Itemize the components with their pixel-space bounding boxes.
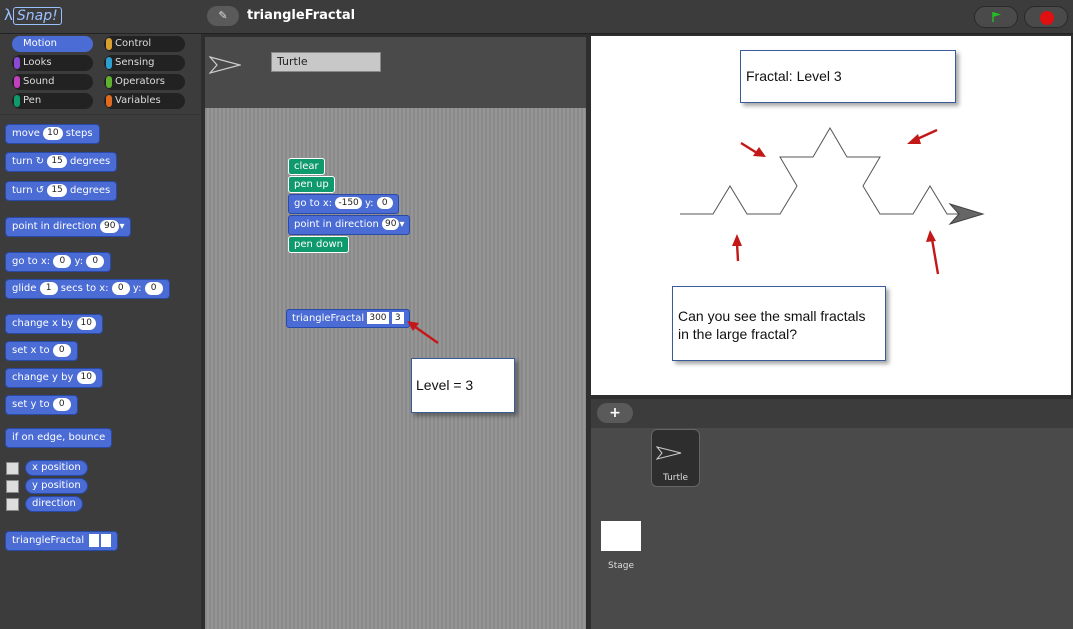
category-selector: Motion Control Looks Sensing Sound Opera… [0, 34, 201, 114]
block-palette: move 10 steps turn ↻ 15 degrees turn ↺ 1… [0, 114, 201, 629]
project-title: triangleFractal [247, 8, 356, 23]
category-variables[interactable]: Variables [104, 93, 185, 109]
turn-counterclockwise-block[interactable]: turn ↺ 15 degrees [5, 181, 118, 201]
stop-icon [1040, 11, 1054, 25]
y-position-reporter[interactable]: y position [25, 478, 88, 494]
turtle-icon [209, 56, 241, 74]
question-note: Can you see the small fractals in the la… [672, 286, 886, 361]
corral-bar [591, 399, 1073, 428]
go-to-xy-block[interactable]: go to x: 0 y: 0 [5, 252, 112, 272]
change-x-block[interactable]: change x by 10 [5, 314, 103, 334]
triangle-fractal-block[interactable]: triangleFractal [5, 531, 119, 551]
pointer-arrow-icon [407, 321, 439, 344]
category-operators[interactable]: Operators [104, 74, 185, 90]
pencil-icon[interactable]: ✎ [207, 6, 239, 26]
bounce-block[interactable]: if on edge, bounce [5, 428, 113, 448]
stage[interactable]: Fractal: Level 3 Can you see the small f… [591, 36, 1071, 395]
direction-checkbox[interactable] [6, 498, 19, 511]
dropdown-arrow-icon: ▾ [399, 219, 405, 230]
top-bar: λ Snap! ✎ triangleFractal [0, 0, 1073, 34]
direction-reporter[interactable]: direction [25, 496, 83, 512]
level-note: Level = 3 [411, 358, 515, 413]
category-motion[interactable]: Motion [12, 36, 93, 52]
fractal-level-note: Fractal: Level 3 [740, 50, 956, 103]
pen-down-block[interactable]: pen down [288, 236, 349, 253]
category-sensing[interactable]: Sensing [104, 55, 185, 71]
x-position-checkbox[interactable] [6, 462, 19, 475]
snap-logo[interactable]: λ Snap! [4, 6, 62, 25]
clear-block[interactable]: clear [288, 158, 325, 175]
pen-up-block[interactable]: pen up [288, 176, 335, 193]
y-position-checkbox[interactable] [6, 480, 19, 493]
set-x-block[interactable]: set x to 0 [5, 341, 78, 361]
change-y-block[interactable]: change y by 10 [5, 368, 103, 388]
turtle-sprite-label: Turtle [662, 473, 689, 483]
dropdown-arrow-icon: ▾ [119, 221, 125, 232]
glide-block[interactable]: glide 1 secs to x: 0 y: 0 [5, 279, 170, 299]
sprite-name-field[interactable]: Turtle [271, 52, 381, 72]
snap-window: λ Snap! ✎ triangleFractal Motion Control … [0, 0, 1073, 629]
turtle-icon [656, 446, 682, 460]
category-control[interactable]: Control [104, 36, 185, 52]
go-to-xy-block-script[interactable]: go to x: -150 y: 0 [288, 194, 399, 214]
category-pen[interactable]: Pen [12, 93, 93, 109]
green-flag-button[interactable] [974, 6, 1018, 28]
triangle-fractal-call-block[interactable]: triangleFractal 300 3 [286, 309, 410, 328]
stage-label: Stage [607, 561, 634, 571]
point-in-direction-block-script[interactable]: point in direction 90 ▾ [288, 215, 411, 235]
green-flag-icon [992, 12, 1001, 22]
stage-thumbnail[interactable] [601, 521, 641, 551]
point-in-direction-block[interactable]: point in direction 90 ▾ [5, 217, 132, 237]
stop-button[interactable] [1024, 6, 1068, 28]
move-block[interactable]: move 10 steps [5, 124, 100, 144]
category-sound[interactable]: Sound [12, 74, 93, 90]
set-y-block[interactable]: set y to 0 [5, 395, 78, 415]
add-sprite-button[interactable]: + [597, 403, 633, 423]
turn-clockwise-block[interactable]: turn ↻ 15 degrees [5, 152, 118, 172]
sprite-bar [205, 37, 586, 108]
script-area[interactable] [205, 108, 586, 629]
counterclockwise-icon: ↺ [35, 185, 45, 196]
clockwise-icon: ↻ [35, 156, 45, 167]
category-looks[interactable]: Looks [12, 55, 93, 71]
x-position-reporter[interactable]: x position [25, 460, 88, 476]
